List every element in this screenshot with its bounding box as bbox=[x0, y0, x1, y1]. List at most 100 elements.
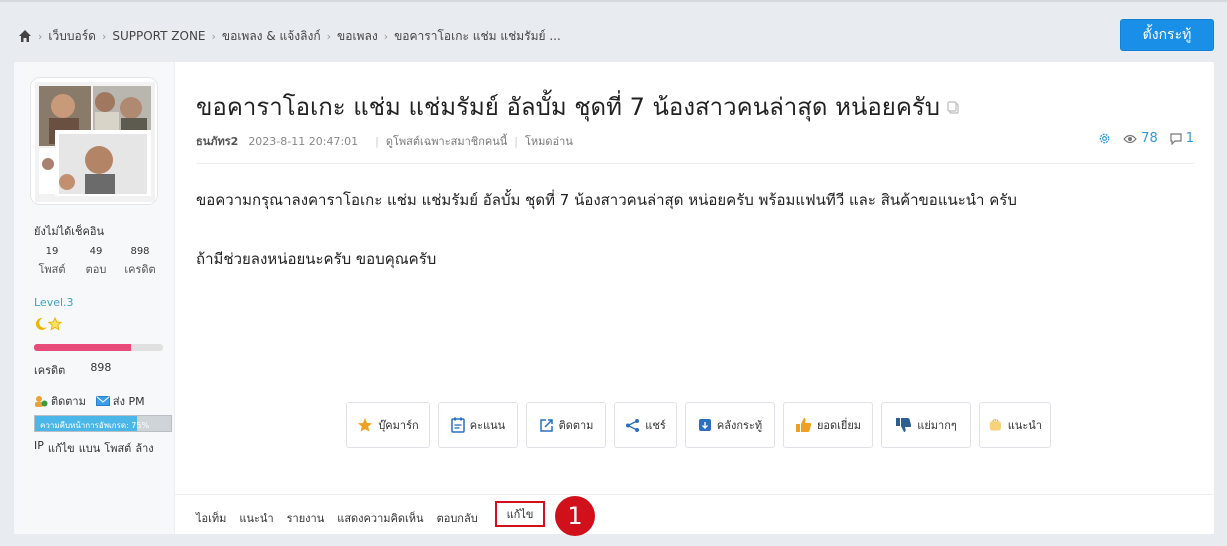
breadcrumb-item-request-songs[interactable]: ขอเพลง bbox=[337, 27, 378, 46]
stat-replies-value: 49 bbox=[89, 246, 103, 257]
stat-credits[interactable]: 898 เครดิต bbox=[120, 246, 160, 278]
bookmark-label: บุ๊คมาร์ก bbox=[378, 419, 419, 432]
view-count: 78 bbox=[1123, 131, 1158, 146]
breadcrumb-item-webboard[interactable]: เว็บบอร์ด bbox=[48, 27, 96, 46]
footer-link-recommend[interactable]: แนะนำ bbox=[239, 509, 273, 527]
footer-link-item[interactable]: ไอเท็ม bbox=[196, 509, 226, 527]
stat-posts[interactable]: 19 โพสต์ bbox=[32, 246, 72, 278]
view-count-value: 78 bbox=[1141, 131, 1158, 146]
breadcrumb-item-request-songs-links[interactable]: ขอเพลง & แจ้งลิงก์ bbox=[222, 27, 321, 46]
chevron-right-icon: › bbox=[326, 29, 332, 43]
reply-count-value: 1 bbox=[1185, 131, 1194, 146]
recommend-icon bbox=[989, 418, 1001, 431]
star-icon bbox=[358, 418, 373, 432]
stat-credits-label: เครดิต bbox=[124, 263, 156, 276]
credit-row: เครดิต 898 bbox=[34, 361, 111, 379]
post-author[interactable]: ธนภัทร2 bbox=[196, 132, 238, 150]
post-action-bar: บุ๊คมาร์ก คะแนน ติดตาม แชร์ คลังกระทู้ ย… bbox=[346, 402, 1059, 448]
settings-gear-icon[interactable] bbox=[1098, 132, 1111, 145]
stat-posts-value: 19 bbox=[45, 246, 59, 257]
pm-label: ส่ง PM bbox=[112, 395, 145, 408]
follow-thread-button[interactable]: ติดตาม bbox=[526, 402, 606, 448]
recommend-button[interactable]: แนะนำ bbox=[979, 402, 1051, 448]
post-body-line-2: ถ้ามีช่วยลงหน่อยนะครับ ขอบคุณครับ bbox=[196, 250, 437, 268]
post-counters: 78 1 bbox=[1098, 131, 1194, 146]
rate-icon bbox=[451, 417, 465, 433]
admin-link-clear[interactable]: ล้าง bbox=[135, 439, 153, 457]
share-label: แชร์ bbox=[645, 419, 666, 432]
checkin-status: ยังไม่ได้เช็คอิน bbox=[34, 225, 104, 238]
reply-count[interactable]: 1 bbox=[1170, 131, 1194, 146]
admin-links: IP แก้ไข แบน โพสต์ ล้าง bbox=[34, 439, 158, 457]
author-sidebar: ยังไม่ได้เช็คอิน 19 โพสต์ 49 ตอบ 898 เคร… bbox=[14, 62, 175, 534]
footer-links: ไอเท็ม แนะนำ รายงาน แสดงความคิดเห็น ตอบก… bbox=[196, 509, 491, 527]
breadcrumb-item-current-thread[interactable]: ขอคาราโอเกะ แช่ม แช่มรัมย์ ... bbox=[394, 27, 561, 46]
admin-link-ip[interactable]: IP bbox=[34, 439, 44, 457]
copy-link-icon[interactable] bbox=[946, 100, 960, 114]
home-icon[interactable] bbox=[18, 29, 32, 43]
thread-archive-label: คลังกระทู้ bbox=[716, 419, 763, 432]
thread-archive-button[interactable]: คลังกระทู้ bbox=[685, 402, 775, 448]
title-divider bbox=[196, 163, 1194, 164]
read-mode-link[interactable]: โหมดอ่าน bbox=[525, 132, 573, 150]
admin-link-posts[interactable]: โพสต์ bbox=[104, 439, 131, 457]
breadcrumb-item-support-zone[interactable]: SUPPORT ZONE bbox=[112, 29, 205, 43]
stat-credits-value: 898 bbox=[130, 246, 150, 257]
credit-label: เครดิต bbox=[34, 364, 66, 377]
chevron-right-icon: › bbox=[383, 29, 389, 43]
annotation-marker: 1 bbox=[555, 496, 595, 536]
star-icon bbox=[47, 316, 63, 331]
terrible-label: แย่มากๆ bbox=[917, 419, 957, 432]
share-icon bbox=[626, 418, 640, 432]
post-panel: ยังไม่ได้เช็คอิน 19 โพสต์ 49 ตอบ 898 เคร… bbox=[14, 62, 1214, 536]
new-thread-button[interactable]: ตั้งกระทู้ bbox=[1120, 19, 1214, 51]
rate-button[interactable]: คะแนน bbox=[438, 402, 518, 448]
footer-link-reply[interactable]: ตอบกลับ bbox=[437, 509, 478, 527]
meta-divider: | bbox=[514, 134, 518, 148]
stat-posts-label: โพสต์ bbox=[38, 263, 66, 276]
mail-icon bbox=[95, 396, 110, 406]
admin-link-ban[interactable]: แบน bbox=[79, 439, 101, 457]
credit-value: 898 bbox=[90, 361, 112, 374]
user-level[interactable]: Level.3 bbox=[34, 296, 74, 309]
follow-thread-label: ติดตาม bbox=[558, 419, 594, 432]
edit-post-link[interactable]: แก้ไข bbox=[495, 501, 545, 527]
chevron-right-icon: › bbox=[101, 29, 107, 43]
top-border bbox=[0, 0, 1227, 2]
archive-icon bbox=[698, 419, 711, 431]
follow-label: ติดตาม bbox=[51, 395, 86, 408]
stat-replies[interactable]: 49 ตอบ bbox=[76, 246, 116, 278]
author-only-link[interactable]: ดูโพสต์เฉพาะสมาชิกคนนี้ bbox=[386, 132, 507, 150]
user-actions: ติดตาม ส่ง PM bbox=[34, 392, 155, 410]
rate-label: คะแนน bbox=[469, 419, 506, 432]
follow-user-link[interactable]: ติดตาม bbox=[34, 392, 86, 410]
post-content: ขอคาราโอเกะ แช่ม แช่มรัมย์ อัลบั้ม ชุดที… bbox=[175, 62, 1214, 536]
post-date: 2023-8-11 20:47:01 bbox=[248, 134, 359, 148]
footer-link-report[interactable]: รายงาน bbox=[287, 509, 325, 527]
chevron-right-icon: › bbox=[211, 29, 216, 43]
excellent-button[interactable]: ยอดเยี่ยม bbox=[783, 402, 873, 448]
level-progress-bar bbox=[34, 344, 163, 351]
breadcrumb: › เว็บบอร์ด › SUPPORT ZONE › ขอเพลง & แจ… bbox=[18, 27, 561, 45]
stat-replies-label: ตอบ bbox=[85, 263, 107, 276]
post-body-line-1: ขอความกรุณาลงคาราโอเกะ แช่ม แช่มรัมย์ อั… bbox=[196, 191, 1017, 209]
thumbs-down-icon bbox=[896, 418, 912, 432]
admin-link-edit[interactable]: แก้ไข bbox=[48, 439, 75, 457]
send-pm-link[interactable]: ส่ง PM bbox=[95, 392, 145, 410]
avatar[interactable] bbox=[30, 77, 158, 205]
terrible-button[interactable]: แย่มากๆ bbox=[881, 402, 971, 448]
upgrade-progress-text: ความคืบหน้าการอัพเกรด: 75% bbox=[40, 421, 150, 430]
excellent-label: ยอดเยี่ยม bbox=[816, 419, 862, 432]
moon-icon bbox=[35, 317, 47, 330]
share-button[interactable]: แชร์ bbox=[614, 402, 677, 448]
meta-divider: | bbox=[375, 134, 379, 148]
thumbs-up-icon bbox=[795, 418, 812, 432]
post-title-row: ขอคาราโอเกะ แช่ม แช่มรัมย์ อัลบั้ม ชุดที… bbox=[196, 87, 960, 126]
footer-link-comment[interactable]: แสดงความคิดเห็น bbox=[337, 509, 423, 527]
recommend-label: แนะนำ bbox=[1007, 419, 1042, 432]
post-footer: ไอเท็ม แนะนำ รายงาน แสดงความคิดเห็น ตอบก… bbox=[175, 494, 1214, 536]
eye-icon bbox=[1123, 134, 1137, 143]
level-progress-fill bbox=[34, 344, 131, 351]
bookmark-button[interactable]: บุ๊คมาร์ก bbox=[346, 402, 430, 448]
upgrade-progress-bar: ความคืบหน้าการอัพเกรด: 75% bbox=[34, 415, 172, 432]
